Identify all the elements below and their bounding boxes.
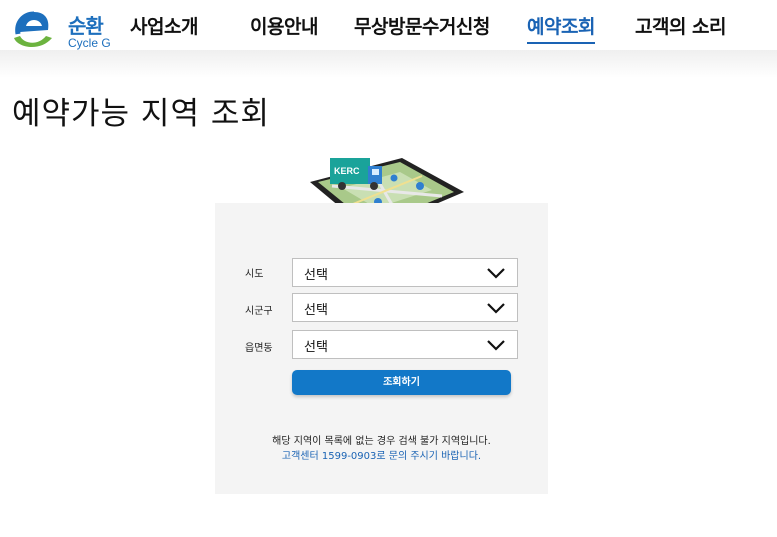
header-shadow — [0, 50, 777, 78]
sido-select-value: 선택 — [304, 268, 328, 283]
page-title: 예약가능 지역 조회 — [12, 96, 270, 132]
notice-unavailable-region: 해당 지역이 목록에 없는 경우 검색 불가 지역입니다. — [272, 436, 491, 447]
logo-name: 순환 — [68, 14, 104, 38]
chevron-down-icon — [487, 340, 505, 351]
search-button[interactable]: 조회하기 — [292, 370, 511, 395]
sido-select[interactable]: 선택 — [292, 258, 518, 287]
nav-item-about[interactable]: 사업소개 — [130, 12, 198, 39]
field-label-sigungu: 시군구 — [245, 306, 273, 317]
nav-item-pickup-request[interactable]: 무상방문수거신청 — [354, 12, 490, 39]
nav-item-customer-voice[interactable]: 고객의 소리 — [635, 12, 727, 39]
eupmyeondong-select-value: 선택 — [304, 340, 328, 355]
logo-subtitle: Cycle G — [68, 36, 111, 50]
site-logo[interactable]: 순환 Cycle G — [10, 6, 120, 50]
sigungu-select-value: 선택 — [304, 303, 328, 318]
chevron-down-icon — [487, 268, 505, 279]
nav-item-guide[interactable]: 이용안내 — [250, 12, 318, 39]
field-label-eupmyeondong: 읍면동 — [245, 343, 273, 354]
nav-item-reservation-lookup[interactable]: 예약조회 — [527, 12, 595, 39]
notice-contact-center: 고객센터 1599-0903로 문의 주시기 바랍니다. — [281, 451, 482, 462]
truck-label: KERC — [334, 166, 360, 176]
sigungu-select[interactable]: 선택 — [292, 293, 518, 322]
chevron-down-icon — [487, 303, 505, 314]
site-header: 순환 Cycle G 사업소개 이용안내 무상방문수거신청 예약조회 고객의 소… — [0, 0, 777, 50]
nav-active-indicator — [527, 42, 595, 44]
field-label-sido: 시도 — [245, 269, 264, 280]
eupmyeondong-select[interactable]: 선택 — [292, 330, 518, 359]
logo-e-icon — [14, 11, 52, 48]
